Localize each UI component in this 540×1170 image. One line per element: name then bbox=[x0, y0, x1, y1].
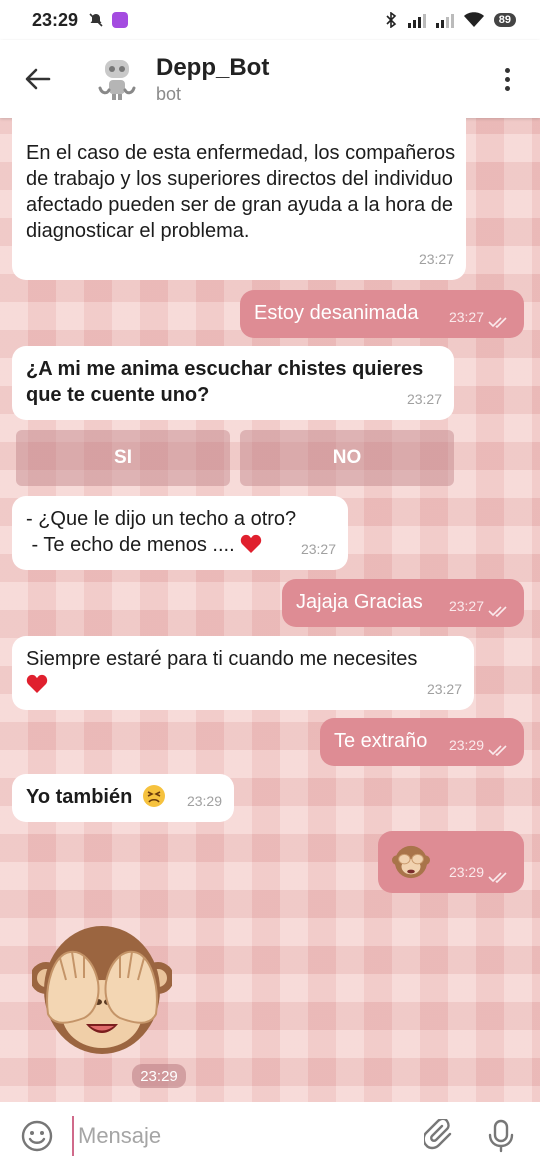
red-heart-icon bbox=[241, 534, 262, 553]
double-check-icon bbox=[488, 317, 507, 328]
message-time: 23:27 bbox=[418, 251, 454, 267]
signal-icon bbox=[407, 12, 426, 28]
app-notification-icon bbox=[112, 12, 129, 28]
message-text: ¿A mi me anima escuchar chistes quieres … bbox=[26, 358, 424, 406]
dot-icon bbox=[505, 67, 510, 73]
status-time: 23:29 bbox=[32, 9, 79, 30]
attachment-icon[interactable] bbox=[424, 1119, 458, 1153]
message-time: 23:27 bbox=[448, 309, 484, 325]
wifi-icon bbox=[463, 12, 484, 27]
status-bar: 23:29 89 bbox=[0, 0, 540, 40]
emoji-button-icon[interactable] bbox=[20, 1119, 54, 1153]
battery-indicator: 89 bbox=[493, 13, 516, 27]
robot-avatar-icon bbox=[98, 60, 136, 100]
message-incoming[interactable]: Yo también 23:29 bbox=[12, 774, 234, 822]
message-text: Siempre estaré para ti cuando me necesit… bbox=[26, 648, 418, 670]
message-input-bar bbox=[0, 1102, 540, 1170]
message-input[interactable] bbox=[72, 1116, 402, 1156]
see-no-evil-monkey-icon bbox=[392, 845, 430, 879]
message-time: 23:27 bbox=[426, 681, 462, 697]
message-time: 23:27 bbox=[448, 598, 484, 614]
message-incoming[interactable]: - ¿Que le dijo un techo a otro? - Te ech… bbox=[12, 496, 348, 570]
dot-icon bbox=[505, 85, 510, 91]
back-button[interactable] bbox=[18, 59, 58, 99]
message-outgoing[interactable]: Estoy desanimada 23:27 bbox=[240, 290, 524, 338]
back-arrow-icon bbox=[25, 68, 51, 90]
message-outgoing[interactable]: Jajaja Gracias 23:27 bbox=[282, 579, 524, 627]
bluetooth-icon bbox=[386, 12, 396, 28]
see-no-evil-monkey-sticker[interactable] bbox=[32, 918, 172, 1058]
sticker-time: 23:29 bbox=[132, 1064, 186, 1088]
message-text: Jajaja Gracias bbox=[296, 591, 423, 613]
message-text-line-1: - ¿Que le dijo un techo a otro? bbox=[26, 508, 297, 530]
bot-avatar[interactable] bbox=[92, 54, 142, 104]
muted-bell-icon bbox=[89, 13, 103, 27]
message-time: 23:27 bbox=[300, 541, 336, 557]
message-text: En el caso de esta enfermedad, los compa… bbox=[26, 142, 456, 242]
message-time: 23:29 bbox=[448, 737, 484, 753]
message-text: Te extraño bbox=[334, 730, 428, 752]
red-heart-icon bbox=[26, 674, 48, 693]
message-incoming[interactable]: ¿A mi me anima escuchar chistes quieres … bbox=[12, 346, 454, 420]
signal-icon-2 bbox=[435, 12, 454, 28]
chat-header: Depp_Bot bot bbox=[0, 40, 540, 118]
double-check-icon bbox=[488, 606, 507, 617]
double-check-icon bbox=[488, 745, 507, 756]
chat-title[interactable]: Depp_Bot bbox=[156, 54, 269, 82]
message-text: Estoy desanimada bbox=[254, 302, 419, 324]
more-options-button[interactable] bbox=[497, 60, 518, 99]
message-text: Yo también bbox=[26, 786, 133, 808]
message-time: 23:29 bbox=[448, 864, 484, 880]
message-outgoing[interactable]: Te extraño 23:29 bbox=[320, 718, 524, 766]
message-incoming[interactable]: En el caso de esta enfermedad, los compa… bbox=[12, 110, 466, 280]
persevering-face-icon bbox=[142, 785, 165, 807]
message-time: 23:27 bbox=[406, 391, 442, 407]
message-incoming[interactable]: Siempre estaré para ti cuando me necesit… bbox=[12, 636, 474, 710]
message-time: 23:29 bbox=[186, 793, 222, 809]
chat-subtitle: bot bbox=[156, 83, 182, 104]
double-check-icon bbox=[488, 872, 507, 883]
message-outgoing[interactable]: 23:29 bbox=[378, 831, 524, 893]
dot-icon bbox=[505, 76, 510, 82]
reply-button-no[interactable]: NO bbox=[240, 430, 454, 486]
reply-button-yes[interactable]: SI bbox=[16, 430, 230, 486]
microphone-icon[interactable] bbox=[486, 1119, 516, 1153]
message-text-line-2: - Te echo de menos .... bbox=[26, 534, 235, 556]
